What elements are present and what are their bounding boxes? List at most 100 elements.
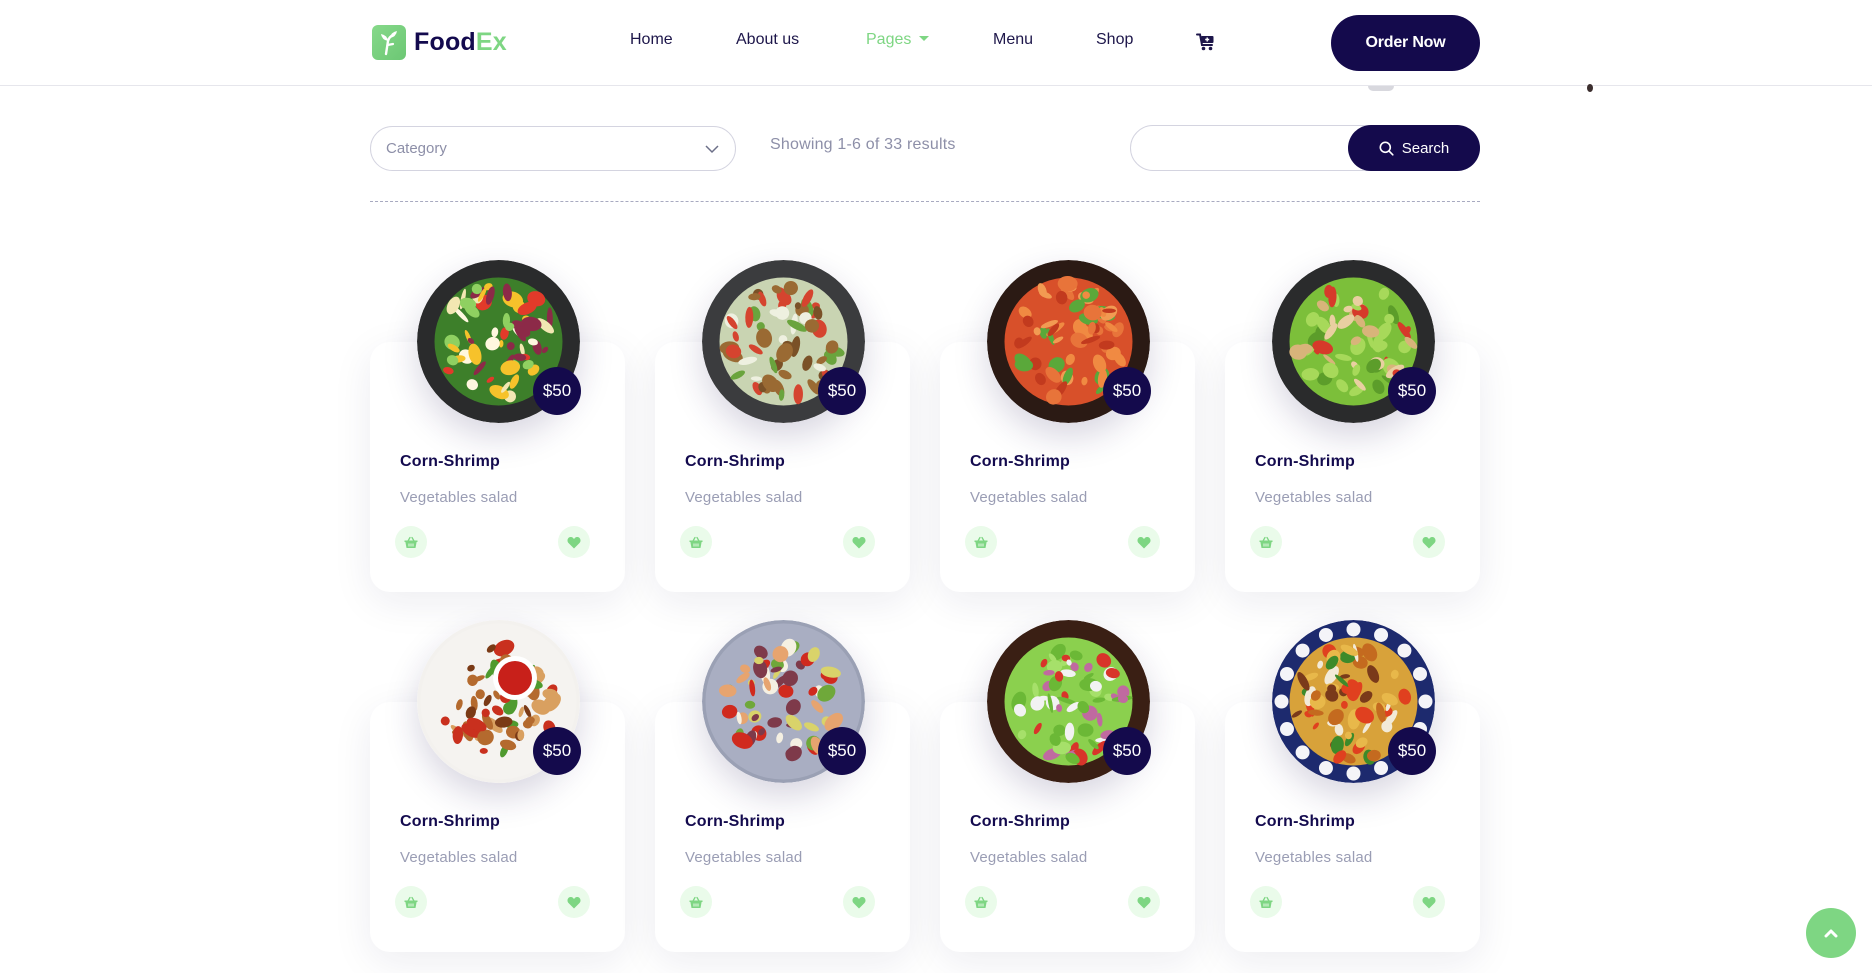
product-subtitle: Vegetables salad [400, 849, 518, 866]
basket-icon [689, 536, 703, 548]
decorative-shape [1368, 86, 1394, 91]
price-badge: $50 [1103, 727, 1151, 775]
wishlist-button[interactable] [1128, 886, 1160, 918]
product-subtitle: Vegetables salad [970, 489, 1088, 506]
product-card[interactable]: $50 Corn-Shrimp Vegetables salad [940, 260, 1195, 592]
product-subtitle: Vegetables salad [970, 849, 1088, 866]
heart-icon [1137, 896, 1151, 908]
price-badge: $50 [1388, 367, 1436, 415]
wishlist-button[interactable] [1413, 526, 1445, 558]
product-title[interactable]: Corn-Shrimp [1255, 453, 1355, 471]
price-badge: $50 [818, 727, 866, 775]
product-title[interactable]: Corn-Shrimp [1255, 813, 1355, 831]
product-subtitle: Vegetables salad [1255, 489, 1373, 506]
product-title[interactable]: Corn-Shrimp [400, 453, 500, 471]
product-card[interactable]: $50 Corn-Shrimp Vegetables salad [940, 620, 1195, 952]
product-title[interactable]: Corn-Shrimp [970, 813, 1070, 831]
search-box: Search [1130, 125, 1480, 171]
add-to-basket-button[interactable] [680, 526, 712, 558]
product-image-wrap: $50 [417, 620, 581, 783]
category-select[interactable]: Category [370, 126, 736, 171]
product-subtitle: Vegetables salad [685, 849, 803, 866]
add-to-basket-button[interactable] [965, 526, 997, 558]
nav-home[interactable]: Home [630, 31, 673, 49]
product-card[interactable]: $50 Corn-Shrimp Vegetables salad [1225, 620, 1480, 952]
cart-plus-icon[interactable] [1196, 33, 1215, 56]
add-to-basket-button[interactable] [1250, 886, 1282, 918]
wishlist-button[interactable] [1128, 526, 1160, 558]
product-card[interactable]: $50 Corn-Shrimp Vegetables salad [655, 260, 910, 592]
logo[interactable]: FoodEx [372, 25, 507, 60]
leaf-logo-icon [372, 25, 406, 60]
product-card[interactable]: $50 Corn-Shrimp Vegetables salad [1225, 260, 1480, 592]
add-to-basket-button[interactable] [395, 886, 427, 918]
add-to-basket-button[interactable] [1250, 526, 1282, 558]
search-button[interactable]: Search [1348, 125, 1480, 171]
logo-text-food: Food [414, 28, 476, 56]
product-image-wrap: $50 [1272, 620, 1436, 783]
basket-icon [404, 896, 418, 908]
basket-icon [689, 896, 703, 908]
wishlist-button[interactable] [558, 886, 590, 918]
price-badge: $50 [533, 727, 581, 775]
product-card[interactable]: $50 Corn-Shrimp Vegetables salad [370, 620, 625, 952]
search-input[interactable] [1147, 134, 1337, 162]
search-button-label: Search [1401, 139, 1450, 157]
heart-icon [567, 896, 581, 908]
chevron-down-icon [704, 141, 720, 162]
price-badge: $50 [1388, 727, 1436, 775]
product-image-wrap: $50 [987, 620, 1151, 783]
site-header: FoodEx Home About us Pages Menu Shop Ord… [0, 0, 1872, 86]
results-count: Showing 1-6 of 33 results [770, 136, 956, 153]
basket-icon [974, 536, 988, 548]
nav-pages-label: Pages [866, 31, 912, 48]
filter-divider [370, 201, 1480, 202]
product-image-wrap: $50 [702, 620, 866, 783]
wishlist-button[interactable] [843, 886, 875, 918]
basket-icon [404, 536, 418, 548]
nav-about-us[interactable]: About us [736, 31, 799, 49]
product-subtitle: Vegetables salad [400, 489, 518, 506]
product-title[interactable]: Corn-Shrimp [685, 813, 785, 831]
product-card[interactable]: $50 Corn-Shrimp Vegetables salad [370, 260, 625, 592]
product-image-wrap: $50 [987, 260, 1151, 423]
product-card[interactable]: $50 Corn-Shrimp Vegetables salad [655, 620, 910, 952]
search-icon [1379, 141, 1394, 156]
heart-icon [852, 536, 866, 548]
order-now-button[interactable]: Order Now [1331, 15, 1480, 71]
product-title[interactable]: Corn-Shrimp [970, 453, 1070, 471]
chevron-up-icon [1824, 929, 1838, 938]
logo-text-ex: Ex [475, 28, 507, 56]
caret-down-icon [919, 36, 930, 41]
add-to-basket-button[interactable] [680, 886, 712, 918]
product-image-wrap: $50 [417, 260, 581, 423]
product-image-wrap: $50 [702, 260, 866, 423]
product-subtitle: Vegetables salad [1255, 849, 1373, 866]
heart-icon [852, 896, 866, 908]
wishlist-button[interactable] [558, 526, 590, 558]
heart-icon [1422, 536, 1436, 548]
heart-icon [1422, 896, 1436, 908]
decorative-dot [1587, 84, 1593, 92]
price-badge: $50 [818, 367, 866, 415]
wishlist-button[interactable] [1413, 886, 1445, 918]
product-title[interactable]: Corn-Shrimp [685, 453, 785, 471]
basket-icon [1259, 896, 1273, 908]
nav-menu[interactable]: Menu [993, 31, 1033, 49]
price-badge: $50 [1103, 367, 1151, 415]
basket-icon [1259, 536, 1273, 548]
wishlist-button[interactable] [843, 526, 875, 558]
product-title[interactable]: Corn-Shrimp [400, 813, 500, 831]
add-to-basket-button[interactable] [395, 526, 427, 558]
category-select-value: Category [386, 140, 447, 157]
price-badge: $50 [533, 367, 581, 415]
product-subtitle: Vegetables salad [685, 489, 803, 506]
scroll-to-top-button[interactable] [1806, 908, 1856, 958]
add-to-basket-button[interactable] [965, 886, 997, 918]
nav-pages[interactable]: Pages [866, 31, 930, 49]
heart-icon [567, 536, 581, 548]
product-image-wrap: $50 [1272, 260, 1436, 423]
logo-text: FoodEx [414, 28, 507, 57]
heart-icon [1137, 536, 1151, 548]
nav-shop[interactable]: Shop [1096, 31, 1133, 49]
